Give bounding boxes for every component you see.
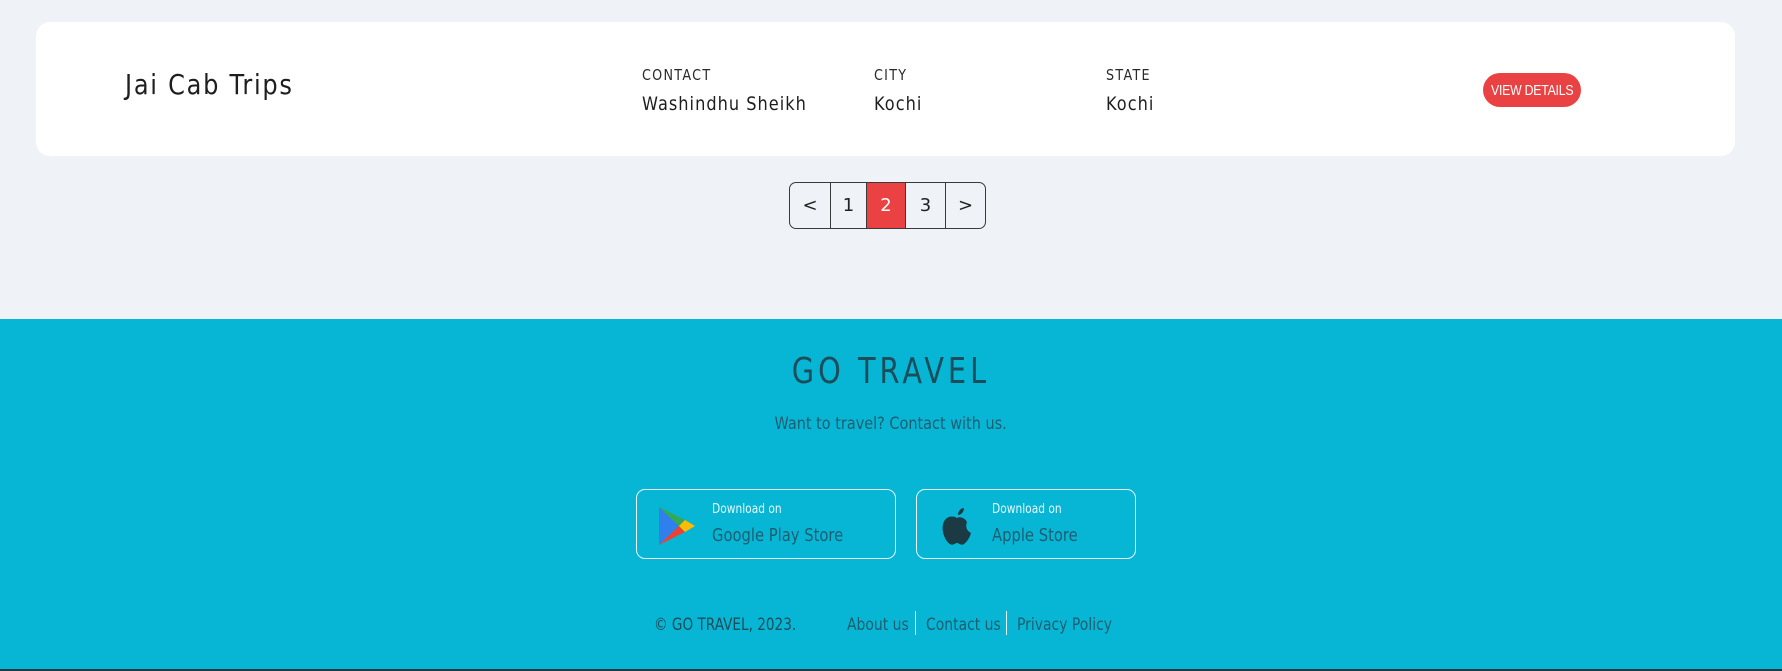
state-value: Kochi	[1106, 93, 1155, 115]
footer: GO TRAVEL Want to travel? Contact with u…	[0, 319, 1782, 671]
pagination: < 1 2 3 >	[789, 182, 986, 229]
contact-field: CONTACT Washindhu Sheikh	[642, 66, 836, 115]
company-name: Jai Cab Trips	[125, 68, 294, 101]
view-details-button[interactable]: VIEW DETAILS	[1483, 73, 1581, 107]
footer-brand: GO TRAVEL	[0, 351, 1782, 392]
google-play-small-text: Download on	[712, 502, 782, 517]
city-label: CITY	[874, 66, 908, 84]
next-page-button[interactable]: >	[946, 183, 985, 228]
apple-store-button[interactable]: Download on Apple Store	[916, 489, 1136, 559]
contact-label: CONTACT	[642, 66, 712, 84]
contact-us-link[interactable]: Contact us	[926, 615, 1001, 635]
link-divider	[1006, 611, 1007, 635]
google-play-icon	[659, 507, 695, 545]
apple-icon	[942, 508, 971, 545]
view-details-label: VIEW DETAILS	[1490, 81, 1574, 99]
google-play-big-text: Google Play Store	[712, 525, 844, 546]
link-divider	[915, 611, 916, 635]
contact-value: Washindhu Sheikh	[642, 93, 807, 115]
page-1-button[interactable]: 1	[831, 183, 867, 228]
state-field: STATE Kochi	[1106, 66, 1163, 115]
apple-store-big-text: Apple Store	[992, 525, 1078, 546]
footer-brand-text: GO TRAVEL	[791, 351, 991, 392]
page-2-button[interactable]: 2	[867, 183, 906, 228]
footer-tagline: Want to travel? Contact with us.	[0, 414, 1782, 434]
google-play-button[interactable]: Download on Google Play Store	[636, 489, 896, 559]
listing-card: Jai Cab Trips CONTACT Washindhu Sheikh C…	[36, 22, 1735, 156]
privacy-policy-link[interactable]: Privacy Policy	[1017, 615, 1112, 635]
state-label: STATE	[1106, 66, 1151, 84]
page-3-button[interactable]: 3	[906, 183, 946, 228]
city-value: Kochi	[874, 93, 923, 115]
about-us-link[interactable]: About us	[847, 615, 909, 635]
footer-tagline-text: Want to travel? Contact with us.	[774, 414, 1008, 434]
prev-page-button[interactable]: <	[790, 183, 831, 228]
city-field: CITY Kochi	[874, 66, 931, 115]
copyright-text: © GO TRAVEL, 2023.	[654, 615, 797, 635]
apple-store-small-text: Download on	[992, 502, 1062, 517]
